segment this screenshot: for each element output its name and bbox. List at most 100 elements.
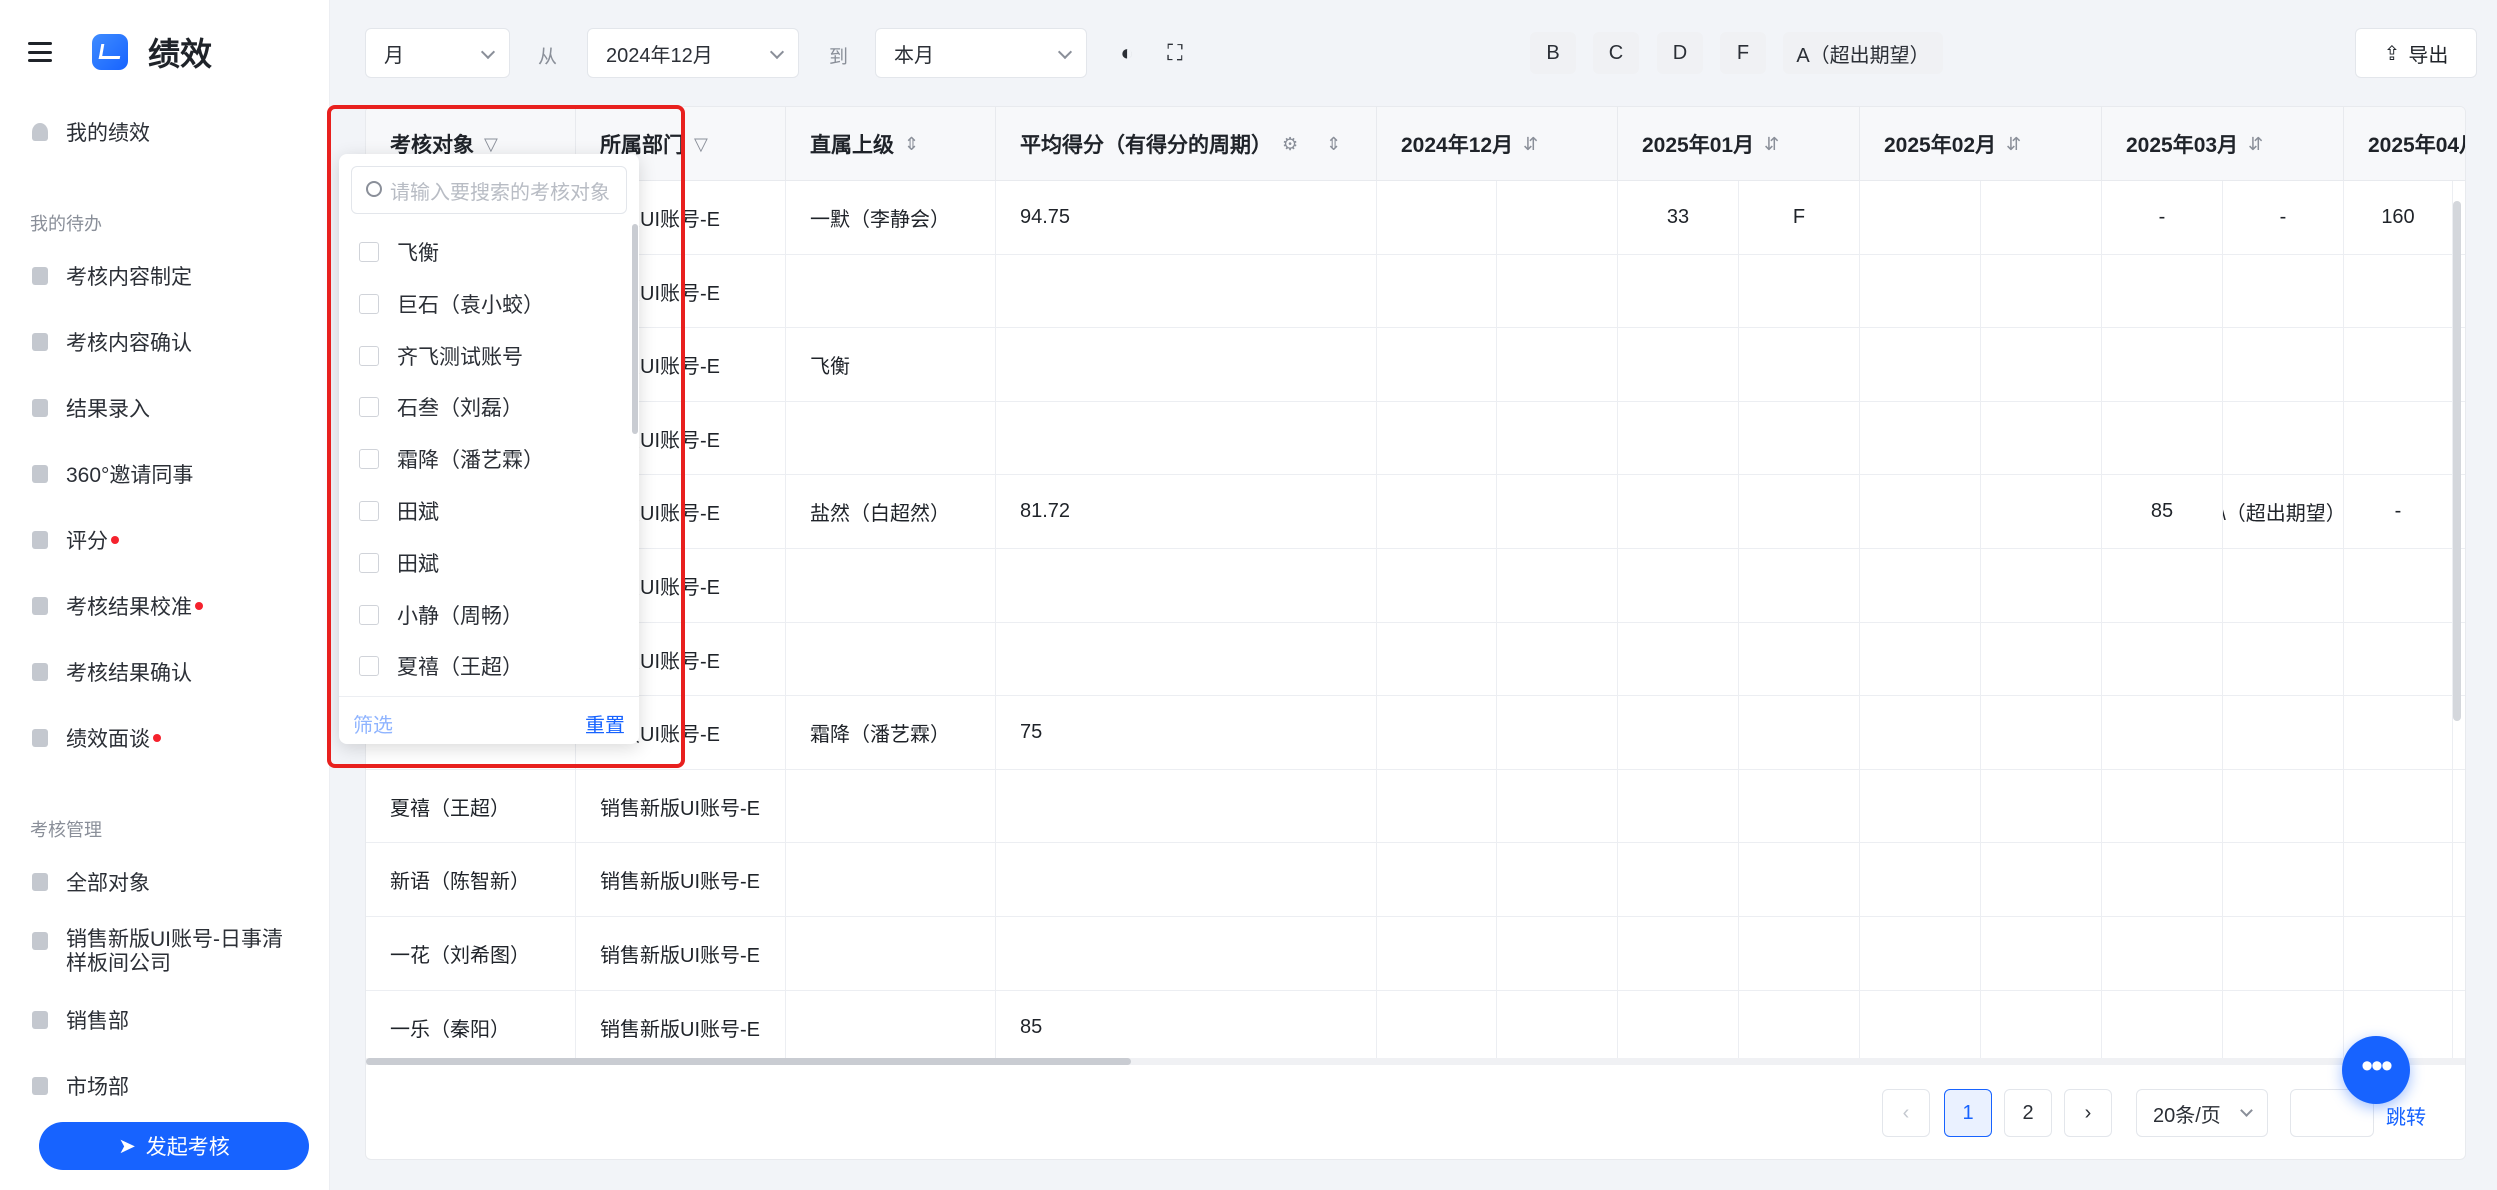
table-row[interactable]: 夏禧（王超） 销售新版UI账号-E xyxy=(366,769,2465,844)
filter-option[interactable]: 田斌 xyxy=(359,491,439,531)
sidebar-item-todo[interactable]: 结果录入 xyxy=(32,388,150,428)
filter-option[interactable]: 石叁（刘磊） xyxy=(359,387,523,427)
cell-sup xyxy=(786,401,996,475)
table-row[interactable]: 新版UI账号-E 一默（李静会） 94.75 33 F - -160 xyxy=(366,181,2465,255)
cell-period xyxy=(1860,769,1981,843)
cell-period xyxy=(1377,917,1497,990)
filter-option-label: 小静（周畅） xyxy=(397,604,523,628)
cell-sup: 飞衡 xyxy=(786,328,996,402)
cell-period xyxy=(2344,549,2453,622)
sort-icon[interactable]: ⇵ xyxy=(1764,134,1779,155)
column-header[interactable]: 直属上级 ⇕ xyxy=(786,107,996,181)
table-row[interactable]: 新版UI账号-E 霜降（潘艺霖） 75 xyxy=(366,696,2465,770)
grade-filter-chip[interactable]: F xyxy=(1720,32,1766,74)
grade-filter-chip[interactable]: B xyxy=(1530,32,1576,74)
launch-review-button[interactable]: ➤ 发起考核 xyxy=(39,1122,309,1170)
sidebar-item-todo[interactable]: 考核结果确认 xyxy=(32,652,192,692)
checkbox[interactable] xyxy=(359,501,379,521)
column-header[interactable]: 2025年03月 ⇵ xyxy=(2102,107,2344,181)
palette-icon[interactable]: ◐ xyxy=(1114,40,1140,66)
table-row[interactable]: 新版UI账号-E xyxy=(366,401,2465,476)
sidebar-item-todo[interactable]: 360°邀请同事 xyxy=(32,454,193,494)
page-1-button[interactable]: 1 xyxy=(1944,1089,1992,1137)
column-header[interactable]: 2024年12月 ⇵ xyxy=(1377,107,1618,181)
checkbox[interactable] xyxy=(359,656,379,677)
to-month-select[interactable]: 本月 xyxy=(875,28,1087,78)
checkbox[interactable] xyxy=(359,449,379,470)
checkbox[interactable] xyxy=(359,397,379,418)
cell-period xyxy=(1860,549,1981,622)
menu-icon[interactable] xyxy=(28,42,52,62)
sidebar-item-todo[interactable]: 绩效面谈 xyxy=(32,718,161,758)
sort-icon[interactable]: ⇵ xyxy=(2006,134,2021,155)
cell-period xyxy=(1618,990,1739,1064)
dropdown-scrollbar[interactable] xyxy=(632,224,638,694)
column-header[interactable]: 平均得分（有得分的周期） ⚙ ⇕ xyxy=(996,107,1377,181)
checkbox[interactable] xyxy=(359,604,379,625)
column-header[interactable]: 2025年02月 ⇵ xyxy=(1860,107,2102,181)
prev-page-button[interactable]: ‹ xyxy=(1882,1089,1930,1137)
checkbox[interactable] xyxy=(359,552,379,573)
grade-filter-chip[interactable]: D xyxy=(1657,32,1703,74)
sidebar-item-manage[interactable]: 市场部 xyxy=(32,1066,129,1106)
filter-option[interactable]: 小静（周畅） xyxy=(359,595,523,635)
filter-reset-button[interactable]: 重置 xyxy=(585,709,625,738)
table-row[interactable]: 一花（刘希图） 销售新版UI账号-E xyxy=(366,917,2465,991)
table-row[interactable]: 新版UI账号-E xyxy=(366,549,2465,623)
cell-period xyxy=(1860,475,1981,549)
page-2-button[interactable]: 2 xyxy=(2004,1089,2052,1137)
filter-icon[interactable]: ▽ xyxy=(694,134,708,155)
table-row[interactable]: 新版UI账号-E xyxy=(366,622,2465,697)
filter-option[interactable]: 夏禧（王超） xyxy=(359,646,523,686)
next-page-button[interactable]: › xyxy=(2064,1089,2112,1137)
sidebar-item-todo[interactable]: 考核内容确认 xyxy=(32,322,192,362)
sort-icon[interactable]: ⇵ xyxy=(1523,134,1538,155)
column-header[interactable]: 2025年01月 ⇵ xyxy=(1618,107,1860,181)
sidebar-item-todo[interactable]: 考核结果校准 xyxy=(32,586,203,626)
sidebar-item-manage[interactable]: 销售新版UI账号-日事清样板间公司 xyxy=(32,928,302,984)
sidebar-item-manage[interactable]: 全部对象 xyxy=(32,862,150,902)
checkbox[interactable] xyxy=(359,242,379,262)
from-month-select[interactable]: 2024年12月 xyxy=(587,28,799,78)
filter-option[interactable]: 田斌 xyxy=(359,543,439,583)
grade-filter-chip[interactable]: A（超出期望） xyxy=(1783,32,1943,74)
fullscreen-icon[interactable]: ⛶ xyxy=(1162,40,1188,66)
vertical-scrollbar[interactable] xyxy=(2453,181,2461,1061)
table-row[interactable]: 新版UI账号-E 飞衡 xyxy=(366,328,2465,402)
sidebar-item-todo[interactable]: 考核内容制定 xyxy=(32,256,192,296)
sort-icon[interactable]: ⇕ xyxy=(904,134,919,155)
cell-period xyxy=(1618,769,1739,843)
filter-option[interactable]: 霜降（潘艺霖） xyxy=(359,439,544,479)
period-select[interactable]: 月 xyxy=(365,28,510,78)
grade-filter-chip[interactable]: C xyxy=(1593,32,1639,74)
checkbox[interactable] xyxy=(359,293,379,314)
table-row[interactable]: 新版UI账号-E 盐然（白超然） 81.72 85 \（超出期望） - xyxy=(366,475,2465,549)
filter-option[interactable]: 巨石（袁小蛟） xyxy=(359,284,544,324)
column-header[interactable]: 2025年04月⇵ xyxy=(2344,107,2465,181)
filter-option[interactable]: 齐飞测试账号 xyxy=(359,336,523,376)
sidebar-item-my-performance[interactable]: 我的绩效 xyxy=(32,112,150,152)
table-row[interactable]: 一乐（秦阳） 销售新版UI账号-E 85 xyxy=(366,990,2465,1065)
sidebar-item-label: 评分 xyxy=(66,530,108,553)
assessee-filter-dropdown: 请输入要搜索的考核对象 飞衡巨石（袁小蛟） 齐飞测试账号 石叁（刘磊） 霜降（潘艺霖）… xyxy=(339,154,639,744)
export-button[interactable]: ⇪ 导出 xyxy=(2355,28,2477,78)
checkbox[interactable] xyxy=(359,345,379,366)
page-size-select[interactable]: 20条/页 xyxy=(2136,1089,2268,1137)
jump-button[interactable]: 跳转 xyxy=(2386,1101,2426,1130)
sort-icon[interactable]: ⇕ xyxy=(1326,134,1341,155)
more-actions-fab[interactable]: ••• xyxy=(2342,1036,2410,1104)
filter-icon[interactable]: ▽ xyxy=(484,134,498,155)
filter-option[interactable]: 飞衡 xyxy=(359,232,439,272)
filter-confirm-button[interactable]: 筛选 xyxy=(353,709,393,738)
table-row[interactable]: 新语（陈智新） 销售新版UI账号-E xyxy=(366,843,2465,917)
sidebar-item-label: 我的绩效 xyxy=(66,122,150,145)
filter-search-input[interactable]: 请输入要搜索的考核对象 xyxy=(351,166,627,214)
cell-avg: 81.72 xyxy=(996,475,1377,549)
settings-icon[interactable]: ⚙ xyxy=(1282,134,1298,155)
sidebar-item-todo[interactable]: 评分 xyxy=(32,520,119,560)
horizontal-scrollbar[interactable] xyxy=(366,1058,2465,1065)
table-row[interactable]: 新版UI账号-E xyxy=(366,254,2465,329)
cell-period xyxy=(1618,917,1739,990)
sidebar-item-manage[interactable]: 销售部 xyxy=(32,1000,129,1040)
sort-icon[interactable]: ⇵ xyxy=(2248,134,2263,155)
